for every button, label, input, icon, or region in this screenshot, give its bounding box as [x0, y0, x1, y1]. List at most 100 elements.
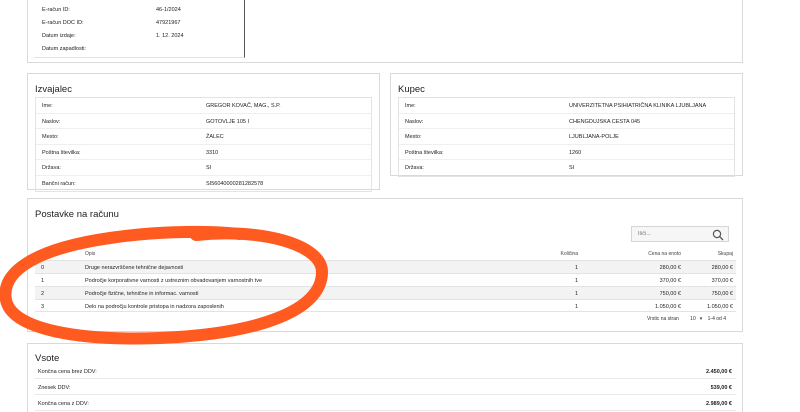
cell-skupaj: 370,00 €: [711, 277, 733, 284]
totals-title: Vsote: [35, 353, 60, 364]
seller-title: Izvajalec: [35, 84, 72, 95]
cell-opis: Druge nerazvrščene tehnične dejavnosti: [85, 264, 184, 271]
cell-skupaj: 750,00 €: [711, 290, 733, 297]
meta-value: 47921967: [156, 20, 181, 26]
table-row[interactable]: 2 Področje fizične, tehnične in informac…: [35, 286, 736, 299]
buyer-panel: Kupec Ime: UNIVERZITETNA PSIHIATRIČNA KLI…: [390, 73, 743, 177]
search-box: [631, 226, 729, 242]
row-label: Poštna številka:: [405, 149, 444, 156]
table-row[interactable]: 0 Druge nerazvrščene tehnične dejavnosti…: [35, 260, 736, 273]
row-value: SI: [569, 165, 575, 171]
header-num[interactable]: # ↑: [41, 251, 48, 257]
meta-label: Datum zapadlosti:: [42, 46, 87, 52]
invoice-meta-panel: E-račun ID: 46-1/2024 E-račun DOC ID: 47…: [27, 0, 743, 63]
items-table-header: # ↑ Opis Količina Cena na enoto Skupaj: [35, 248, 736, 260]
items-title: Postavke na računu: [35, 209, 119, 220]
total-value: 539,00 €: [710, 385, 732, 391]
row-label: Mesto:: [405, 134, 422, 140]
meta-value: 46-1/2024: [156, 7, 181, 13]
rows-per-page-label: Vrstic na stran: [647, 316, 679, 322]
page-range: 1-4 od 4: [707, 316, 726, 322]
row-label: Naslov:: [405, 118, 424, 125]
meta-label: Datum izdaje:: [42, 33, 76, 39]
invoice-meta-table: E-račun ID: 46-1/2024 E-račun DOC ID: 47…: [34, 0, 245, 58]
seller-table: Ime: GREGOR KOVAČ, MAG., S.P. Naslov: GOTO…: [35, 97, 372, 192]
row-label: Poštna številka:: [42, 149, 81, 156]
total-row-net: Končna cena brez DDV: 2.450,00 €: [35, 364, 736, 379]
totals-panel: Vsote Končna cena brez DDV: 2.450,00 € Z…: [27, 343, 743, 412]
row-label: Mesto:: [42, 134, 59, 140]
total-label: Končna cena z DDV:: [38, 401, 89, 407]
cell-opis: Delo na področju kontrole pristopa in na…: [85, 303, 224, 310]
row-value: UNIVERZITETNA PSIHIATRIČNA KLINIKA LJUBL…: [569, 103, 707, 109]
row-value: SI56040000281282578: [206, 180, 264, 187]
total-row-gross: Končna cena z DDV: 2.989,00 €: [35, 396, 736, 411]
row-label: Bančni račun:: [42, 180, 76, 187]
row-label: Država:: [42, 165, 61, 171]
cell-skupaj: 1.050,00 €: [707, 303, 733, 310]
seller-row-postal: Poštna številka: 3310: [36, 145, 371, 160]
buyer-row-name: Ime: UNIVERZITETNA PSIHIATRIČNA KLINIKA L…: [399, 98, 734, 114]
meta-label: E-račun DOC ID:: [42, 20, 84, 26]
buyer-row-address: Naslov: CHENGDUJSKA CESTA 045: [399, 114, 734, 129]
rows-per-page-value: 10: [690, 316, 696, 322]
cell-cena: 1.050,00 €: [655, 303, 681, 310]
seller-row-country: Država: SI: [36, 160, 371, 176]
cell-kolicina: 1: [574, 303, 578, 310]
table-row[interactable]: 3 Delo na področju kontrole pristopa in …: [35, 299, 736, 312]
cell-kolicina: 1: [574, 277, 578, 284]
row-label: Ime:: [42, 103, 53, 109]
buyer-row-city: Mesto: LJUBLJANA-POLJE: [399, 129, 734, 145]
seller-panel: Izvajalec Ime: GREGOR KOVAČ, MAG., S.P. N…: [27, 73, 380, 192]
buyer-row-country: Država: SI: [399, 160, 734, 176]
rows-per-page-select[interactable]: 10 ▾: [686, 316, 702, 322]
header-opis[interactable]: Opis: [85, 251, 95, 257]
chevron-down-icon: ▾: [699, 316, 703, 322]
row-value: GOTOVLJE 105 I: [206, 118, 250, 125]
seller-row-address: Naslov: GOTOVLJE 105 I: [36, 114, 371, 129]
cell-kolicina: 1: [574, 264, 578, 271]
row-value: SI: [206, 165, 212, 171]
row-value: 1260: [569, 149, 582, 156]
cell-cena: 280,00 €: [659, 264, 681, 271]
header-cena[interactable]: Cena na enoto: [648, 251, 681, 257]
header-skupaj[interactable]: Skupaj: [718, 251, 733, 257]
cell-opis: Področje fizične, tehnične in informac. …: [85, 290, 199, 297]
buyer-table: Ime: UNIVERZITETNA PSIHIATRIČNA KLINIKA L…: [398, 97, 735, 177]
row-value: 3310: [206, 149, 219, 156]
cell-num: 2: [41, 290, 45, 297]
total-label: Končna cena brez DDV:: [38, 369, 97, 375]
cell-cena: 370,00 €: [659, 277, 681, 284]
row-label: Naslov:: [42, 118, 61, 125]
buyer-title: Kupec: [398, 84, 425, 95]
row-value: GREGOR KOVAČ, MAG., S.P.: [206, 103, 281, 109]
row-value: CHENGDUJSKA CESTA 045: [569, 118, 641, 125]
meta-label: E-račun ID:: [42, 7, 70, 13]
search-icon[interactable]: [712, 229, 724, 241]
seller-row-bank: Bančni račun: SI56040000281282578: [36, 176, 371, 192]
row-label: Država:: [405, 165, 424, 171]
search-input[interactable]: [632, 227, 710, 241]
total-value: 2.989,00 €: [706, 401, 732, 407]
meta-value: 1. 12. 2024: [156, 33, 184, 39]
buyer-row-postal: Poštna številka: 1260: [399, 145, 734, 160]
table-row[interactable]: 1 Področje korporativne varnosti z ustre…: [35, 273, 736, 286]
seller-row-city: Mesto: ŽALEC: [36, 129, 371, 145]
cell-kolicina: 1: [574, 290, 578, 297]
cell-num: 1: [41, 277, 45, 284]
items-table-body: 0 Druge nerazvrščene tehnične dejavnosti…: [35, 260, 736, 312]
row-value: ŽALEC: [206, 134, 224, 140]
cell-num: 3: [41, 303, 45, 310]
cell-opis: Področje korporativne varnosti z ustrezn…: [85, 277, 263, 284]
cell-skupaj: 280,00 €: [711, 264, 733, 271]
cell-cena: 750,00 €: [659, 290, 681, 297]
table-pager: Vrstic na stran 10 ▾ 1-4 od 4: [643, 316, 726, 322]
cell-num: 0: [41, 264, 45, 271]
row-label: Ime:: [405, 103, 416, 109]
row-value: LJUBLJANA-POLJE: [569, 134, 619, 140]
header-kolicina[interactable]: Količina: [560, 251, 578, 257]
seller-row-name: Ime: GREGOR KOVAČ, MAG., S.P.: [36, 98, 371, 114]
total-label: Znesek DDV:: [38, 385, 71, 391]
total-row-vat: Znesek DDV: 539,00 €: [35, 380, 736, 395]
total-value: 2.450,00 €: [706, 369, 732, 375]
